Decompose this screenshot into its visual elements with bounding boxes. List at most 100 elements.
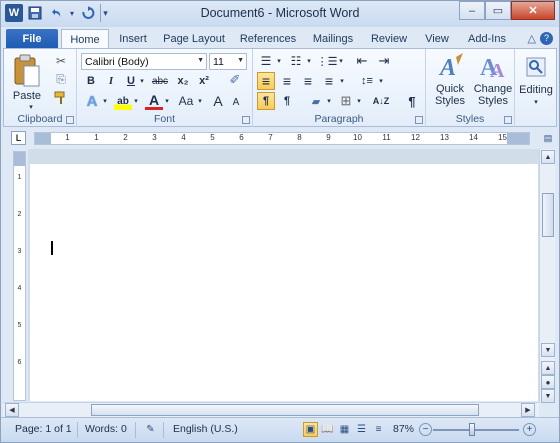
ltr-button[interactable]: ¶	[257, 92, 275, 110]
word-count[interactable]: Words: 0	[85, 423, 127, 435]
underline-dropdown-icon[interactable]: ▾	[138, 73, 146, 89]
change-styles-label-1[interactable]: Change	[470, 83, 516, 95]
change-styles-icon[interactable]: AA	[474, 52, 512, 82]
text-effects-button[interactable]: A	[83, 92, 101, 110]
editing-icon[interactable]	[521, 52, 551, 82]
show-marks-button[interactable]: ¶	[403, 92, 421, 110]
previous-page-button[interactable]: ▲	[541, 361, 555, 375]
rtl-button[interactable]: ¶	[278, 92, 296, 110]
tab-page-layout[interactable]: Page Layout	[159, 29, 229, 49]
font-color-dropdown-icon[interactable]: ▾	[163, 92, 171, 110]
tab-references[interactable]: References	[237, 29, 299, 49]
outline-view-icon[interactable]: ☰	[354, 422, 369, 437]
web-layout-icon[interactable]: ▦	[337, 422, 352, 437]
change-case-button[interactable]: Aa	[176, 92, 196, 110]
paste-dropdown-icon[interactable]: ▾	[26, 103, 36, 111]
draft-view-icon[interactable]: ≡	[371, 422, 386, 437]
tab-selector[interactable]: L	[11, 131, 26, 145]
font-dialog-launcher[interactable]	[242, 116, 250, 124]
shading-button[interactable]: ▰	[307, 92, 325, 110]
close-button[interactable]: ✕	[511, 1, 555, 20]
strikethrough-button[interactable]: abc	[150, 73, 170, 89]
clear-formatting-button[interactable]: ✐	[224, 71, 246, 89]
language-indicator[interactable]: English (U.S.)	[173, 423, 238, 435]
vertical-scroll-thumb[interactable]	[542, 193, 554, 237]
change-case-dropdown-icon[interactable]: ▾	[196, 92, 204, 110]
paste-icon[interactable]	[12, 53, 42, 89]
maximize-button[interactable]: ▭	[485, 1, 511, 20]
superscript-button[interactable]: x²	[195, 73, 213, 89]
page-count[interactable]: Page: 1 of 1	[15, 423, 72, 435]
tab-home[interactable]: Home	[61, 29, 109, 49]
tab-file[interactable]: File	[6, 29, 58, 49]
underline-button[interactable]: U	[123, 73, 139, 89]
format-painter-icon[interactable]	[53, 90, 69, 106]
font-name-dropdown-icon[interactable]: ▼	[197, 57, 204, 64]
minimize-ribbon-icon[interactable]: △	[528, 32, 536, 45]
increase-indent-button[interactable]: ⇥	[375, 52, 393, 70]
tab-add-ins[interactable]: Add-Ins	[463, 29, 511, 49]
zoom-slider-thumb[interactable]	[469, 423, 475, 436]
shading-dropdown-icon[interactable]: ▾	[325, 92, 333, 110]
bullets-button[interactable]: ☰	[257, 52, 275, 70]
font-name-combo[interactable]: Calibri (Body) ▼	[81, 53, 207, 70]
scroll-right-button[interactable]: ▶	[521, 403, 535, 417]
decrease-indent-button[interactable]: ⇤	[353, 52, 371, 70]
font-size-dropdown-icon[interactable]: ▼	[237, 57, 244, 64]
subscript-button[interactable]: x₂	[174, 73, 192, 89]
center-button[interactable]: ≡	[278, 72, 296, 90]
zoom-slider-track[interactable]	[433, 429, 519, 431]
highlight-dropdown-icon[interactable]: ▾	[132, 92, 140, 110]
view-ruler-icon[interactable]: ▤	[541, 131, 555, 145]
tab-review[interactable]: Review	[367, 29, 411, 49]
horizontal-ruler[interactable]: 1 1 2 3 4 5 6 7 8 9 10 11 12 13 14 15	[34, 132, 530, 145]
vertical-scrollbar[interactable]: ▲ ▼ ▲ ● ▼	[539, 149, 555, 403]
scroll-left-button[interactable]: ◀	[5, 403, 19, 417]
justify-dropdown-icon[interactable]: ▾	[338, 72, 346, 90]
cut-icon[interactable]: ✂	[53, 53, 69, 69]
numbering-button[interactable]: ☷	[287, 52, 305, 70]
document-page[interactable]	[30, 164, 538, 401]
zoom-in-button[interactable]: +	[523, 423, 536, 436]
font-color-button[interactable]: A	[145, 92, 163, 110]
italic-button[interactable]: I	[103, 73, 119, 89]
align-left-button[interactable]: ≡	[257, 72, 275, 90]
quick-styles-label-1[interactable]: Quick	[428, 83, 472, 95]
quick-styles-label-2[interactable]: Styles	[428, 95, 472, 107]
tab-view[interactable]: View	[419, 29, 455, 49]
editing-button[interactable]: Editing	[515, 83, 557, 97]
text-effects-dropdown-icon[interactable]: ▾	[101, 92, 109, 110]
highlight-button[interactable]: ab	[114, 92, 132, 110]
shrink-font-button[interactable]: A	[229, 94, 243, 110]
print-layout-view-icon[interactable]: ▣	[303, 422, 318, 437]
borders-dropdown-icon[interactable]: ▾	[355, 92, 363, 110]
multilevel-list-button[interactable]: ⋮☰	[317, 52, 338, 70]
change-styles-label-2[interactable]: Styles	[470, 95, 516, 107]
zoom-level[interactable]: 87%	[393, 423, 414, 435]
align-right-button[interactable]: ≡	[299, 72, 317, 90]
minimize-button[interactable]: –	[459, 1, 485, 20]
clipboard-dialog-launcher[interactable]	[66, 116, 74, 124]
scroll-up-button[interactable]: ▲	[541, 150, 555, 164]
quick-styles-icon[interactable]: A	[432, 52, 470, 82]
horizontal-scrollbar[interactable]: ◀ ▶	[3, 402, 539, 417]
bullets-dropdown-icon[interactable]: ▾	[275, 52, 283, 70]
numbering-dropdown-icon[interactable]: ▾	[305, 52, 313, 70]
browse-object-button[interactable]: ●	[541, 375, 555, 389]
line-spacing-dropdown-icon[interactable]: ▾	[377, 72, 385, 90]
horizontal-scroll-thumb[interactable]	[91, 404, 479, 416]
font-size-combo[interactable]: 11 ▼	[209, 53, 247, 70]
full-screen-reading-icon[interactable]: 📖	[320, 422, 335, 437]
editing-dropdown-icon[interactable]: ▾	[531, 97, 541, 107]
styles-dialog-launcher[interactable]	[504, 116, 512, 124]
tab-insert[interactable]: Insert	[113, 29, 153, 49]
bold-button[interactable]: B	[83, 73, 99, 89]
scroll-down-button[interactable]: ▼	[541, 343, 555, 357]
vertical-ruler[interactable]: 1 2 3 4 5 6	[13, 151, 26, 401]
grow-font-button[interactable]: A	[210, 92, 226, 110]
sort-button[interactable]: A↓Z	[371, 92, 391, 110]
paste-button[interactable]: Paste	[8, 89, 46, 103]
multilevel-dropdown-icon[interactable]: ▾	[337, 52, 345, 70]
justify-button[interactable]: ≡	[320, 72, 338, 90]
next-page-button[interactable]: ▼	[541, 389, 555, 403]
